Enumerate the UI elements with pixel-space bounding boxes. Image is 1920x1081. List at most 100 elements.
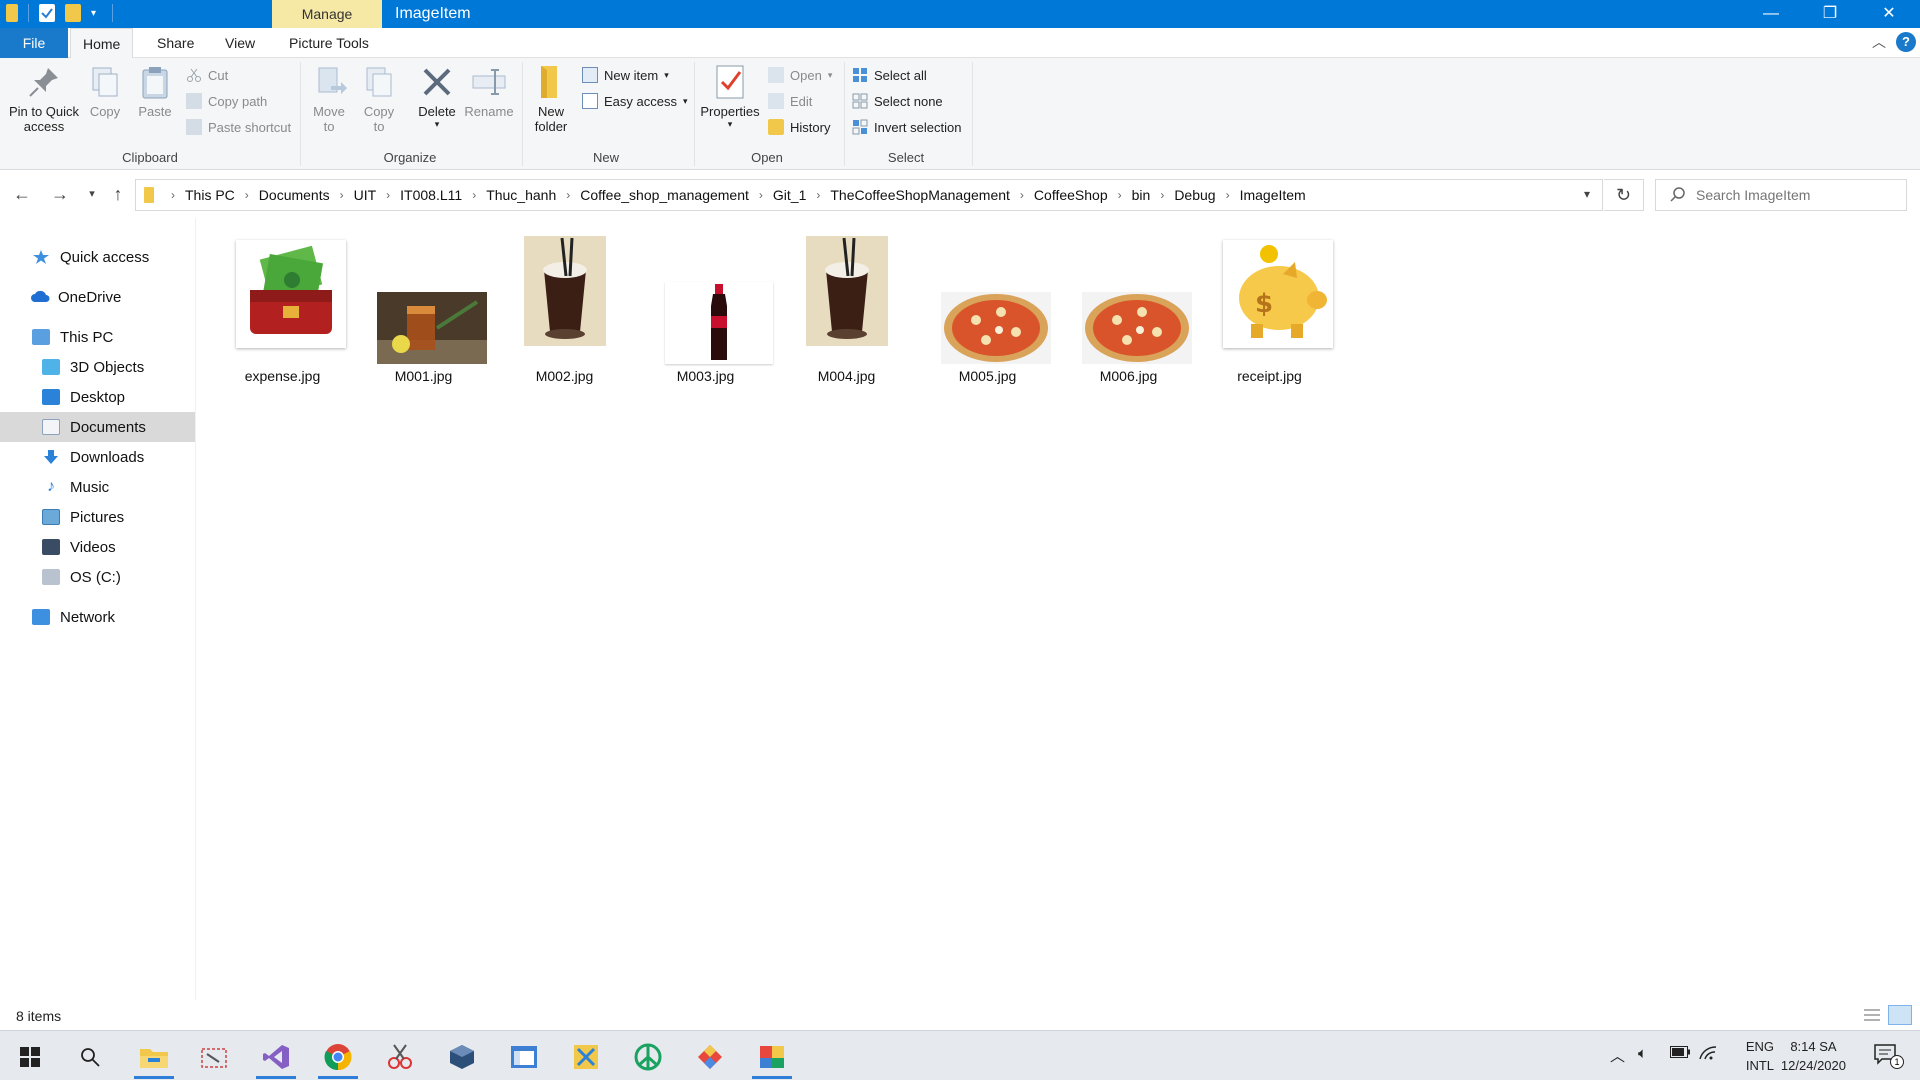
nav-item-downloads[interactable]: Downloads (0, 442, 195, 472)
file-item-m005[interactable]: M005.jpg (917, 236, 1058, 384)
peace-symbol-taskbar-icon[interactable] (624, 1037, 672, 1077)
new-item-button[interactable]: New item ▾ (582, 64, 669, 86)
address-dropdown-icon[interactable]: ▾ (1584, 187, 1590, 201)
new-folder-qat-icon[interactable] (65, 4, 81, 22)
tab-picture-tools[interactable]: Picture Tools (277, 28, 381, 58)
file-item-m004[interactable]: M004.jpg (776, 236, 917, 384)
breadcrumb-item[interactable]: This PC (182, 187, 238, 203)
new-folder-button[interactable]: New folder (530, 62, 572, 134)
nav-item-this-pc[interactable]: This PC (0, 322, 195, 352)
breadcrumb-item[interactable]: UIT (351, 187, 380, 203)
breadcrumb-separator-icon[interactable]: › (164, 188, 182, 202)
refresh-icon[interactable]: ↻ (1604, 179, 1644, 211)
breadcrumb-item[interactable]: Git_1 (770, 187, 809, 203)
edit-button[interactable]: Edit (768, 90, 812, 112)
tab-manage[interactable]: Manage (272, 0, 382, 28)
breadcrumb-item[interactable]: TheCoffeeShopManagement (827, 187, 1013, 203)
history-button[interactable]: History (768, 116, 830, 138)
file-explorer-taskbar-icon[interactable] (130, 1037, 178, 1079)
search-icon[interactable] (66, 1037, 114, 1077)
tab-home[interactable]: Home (70, 28, 134, 59)
nav-item-desktop[interactable]: Desktop (0, 382, 195, 412)
easy-access-button[interactable]: Easy access ▾ (582, 90, 688, 112)
move-to-button[interactable]: Move to (306, 62, 352, 134)
nav-item-network[interactable]: Network (0, 602, 195, 632)
nav-item-pictures[interactable]: Pictures (0, 502, 195, 532)
chrome-taskbar-icon[interactable] (314, 1037, 362, 1079)
file-item-m001[interactable]: M001.jpg (353, 236, 494, 384)
breadcrumb-item[interactable]: Coffee_shop_management (577, 187, 752, 203)
breadcrumb-item[interactable]: ImageItem (1237, 187, 1309, 203)
copy-button[interactable]: Copy (84, 62, 126, 119)
windows-start-icon[interactable] (6, 1037, 54, 1077)
help-icon[interactable]: ? (1896, 32, 1916, 52)
rename-button[interactable]: Rename (464, 62, 514, 119)
git-client-taskbar-icon[interactable] (686, 1037, 734, 1077)
breadcrumb-separator-icon[interactable]: › (333, 188, 351, 202)
volume-icon[interactable]: 🔈︎ (1638, 1045, 1647, 1062)
file-item-m002[interactable]: M002.jpg (494, 236, 635, 384)
tab-file[interactable]: File (0, 28, 68, 58)
notification-center-icon[interactable]: 1 (1874, 1043, 1904, 1069)
delete-button[interactable]: Delete ▾ (414, 62, 460, 130)
input-language[interactable]: ENG INTL (1746, 1037, 1774, 1075)
clock[interactable]: 8:14 SA 12/24/2020 (1781, 1037, 1846, 1075)
properties-qat-icon[interactable] (39, 4, 55, 22)
close-button[interactable]: ✕ (1860, 0, 1918, 28)
tool-taskbar-icon[interactable] (562, 1037, 610, 1077)
breadcrumb-item[interactable]: CoffeeShop (1031, 187, 1111, 203)
pin-to-quick-access-button[interactable]: Pin to Quick access (4, 62, 84, 134)
app-window-taskbar-icon[interactable] (500, 1037, 548, 1077)
properties-dropdown-icon[interactable]: ▾ (698, 119, 762, 130)
collapse-ribbon-icon[interactable]: ︿ (1872, 32, 1886, 52)
chevron-up-icon[interactable]: ︿ (1610, 1045, 1625, 1066)
tab-view[interactable]: View (213, 28, 267, 58)
nav-item-music[interactable]: ♪ Music (0, 472, 195, 502)
breadcrumb-separator-icon[interactable]: › (559, 188, 577, 202)
search-input[interactable] (1696, 187, 1896, 203)
search-box[interactable] (1655, 179, 1907, 211)
paste-shortcut-button[interactable]: Paste shortcut (186, 116, 291, 138)
file-item-receipt[interactable]: $ receipt.jpg (1199, 236, 1340, 384)
breadcrumb-separator-icon[interactable]: › (238, 188, 256, 202)
breadcrumb-separator-icon[interactable]: › (809, 188, 827, 202)
breadcrumb-separator-icon[interactable]: › (1219, 188, 1237, 202)
file-item-expense[interactable]: expense.jpg (212, 236, 353, 384)
open-button[interactable]: Open ▾ (768, 64, 832, 86)
customize-qat-icon[interactable]: ▾ (91, 8, 96, 19)
breadcrumb-separator-icon[interactable]: › (752, 188, 770, 202)
select-all-button[interactable]: Select all (852, 64, 927, 86)
nav-item-onedrive[interactable]: OneDrive (0, 282, 195, 312)
snip-sketch-taskbar-icon[interactable] (376, 1037, 424, 1077)
file-item-m003[interactable]: M003.jpg (635, 236, 776, 384)
forward-arrow-icon[interactable]: → (48, 182, 72, 206)
up-arrow-icon[interactable]: ↑ (106, 182, 130, 206)
recent-locations-icon[interactable]: ▾ (80, 182, 104, 206)
breadcrumb-item[interactable]: Documents (256, 187, 333, 203)
back-arrow-icon[interactable]: ← (10, 182, 34, 206)
breadcrumb-item[interactable]: IT008.L11 (397, 187, 465, 203)
paste-button[interactable]: Paste (134, 62, 176, 119)
select-none-button[interactable]: Select none (852, 90, 943, 112)
restore-button[interactable]: ❐ (1801, 0, 1859, 28)
snipping-tool-taskbar-icon[interactable] (190, 1037, 238, 1077)
nav-item-3d-objects[interactable]: 3D Objects (0, 352, 195, 382)
details-view-icon[interactable] (1862, 1006, 1882, 1024)
copy-path-button[interactable]: Copy path (186, 90, 267, 112)
visual-studio-taskbar-icon[interactable] (252, 1037, 300, 1079)
winforms-app-taskbar-icon[interactable] (748, 1037, 796, 1079)
minimize-button[interactable]: — (1742, 0, 1800, 28)
breadcrumb-separator-icon[interactable]: › (465, 188, 483, 202)
nav-item-quick-access[interactable]: Quick access (0, 242, 195, 272)
breadcrumb-separator-icon[interactable]: › (379, 188, 397, 202)
breadcrumb-separator-icon[interactable]: › (1111, 188, 1129, 202)
nav-item-documents[interactable]: Documents (0, 412, 195, 442)
virtualbox-taskbar-icon[interactable] (438, 1037, 486, 1077)
breadcrumb-item[interactable]: bin (1129, 187, 1154, 203)
nav-item-videos[interactable]: Videos (0, 532, 195, 562)
delete-dropdown-icon[interactable]: ▾ (414, 119, 460, 130)
nav-item-os-c[interactable]: OS (C:) (0, 562, 195, 592)
tab-share[interactable]: Share (145, 28, 206, 58)
breadcrumb-item[interactable]: Thuc_hanh (483, 187, 559, 203)
large-icons-view-icon[interactable] (1888, 1005, 1912, 1025)
